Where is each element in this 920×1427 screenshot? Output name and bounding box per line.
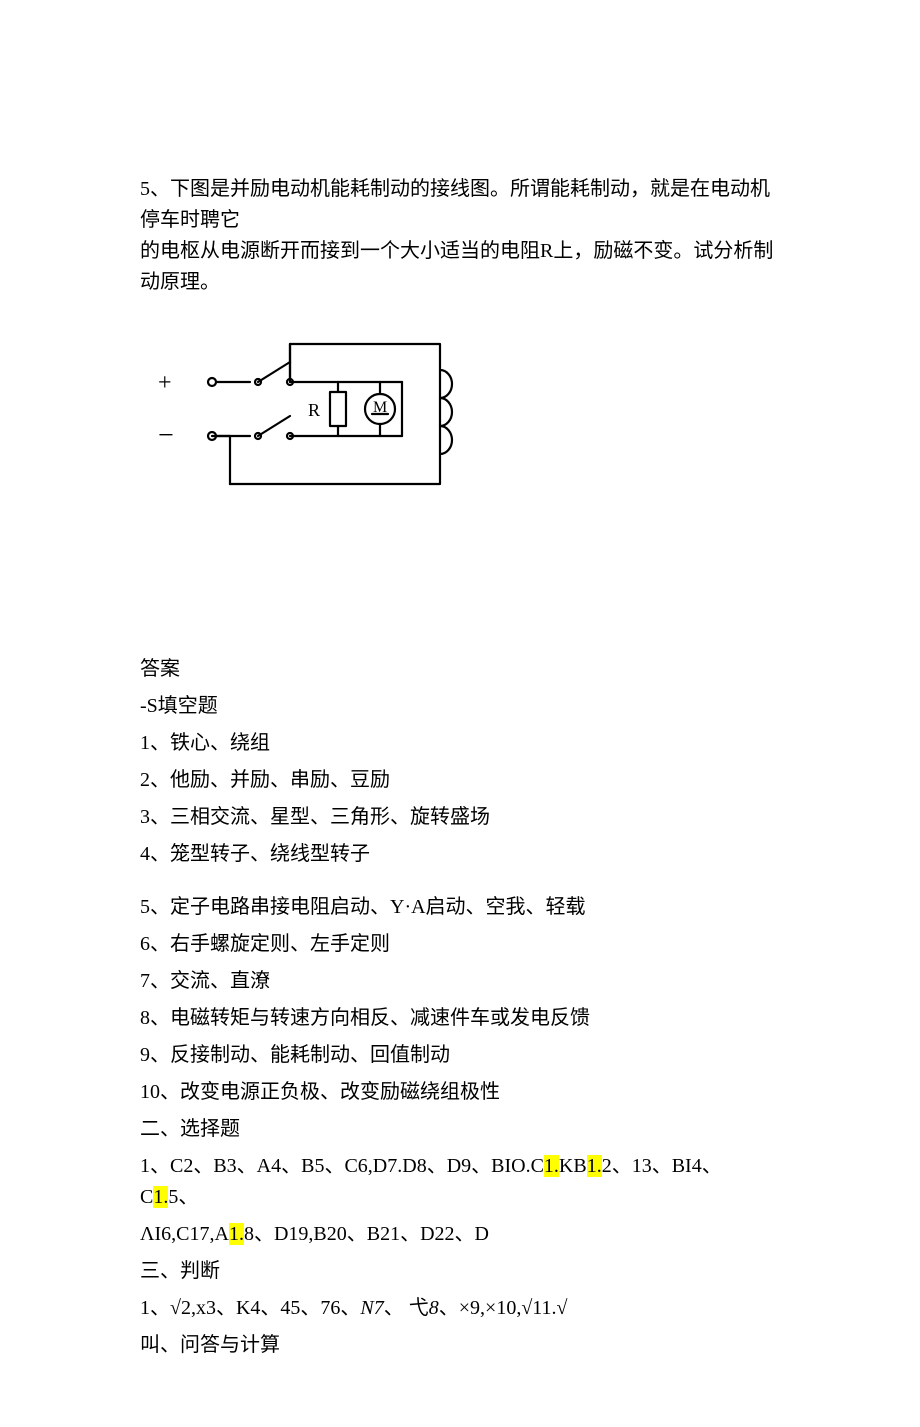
- choice-pre1: 1、C2、B3、A4、B5、C6,D7.D8、D9、BIO.C: [140, 1155, 544, 1177]
- fill-8: 8、电磁转矩与转速方向相反、减速件车或发电反馈: [140, 1003, 780, 1034]
- choice-l2b: 8、D19,B20、B21、D22、D: [244, 1223, 489, 1245]
- fill-3: 3、三相交流、星型、三角形、旋转盛场: [140, 802, 780, 833]
- choice-title: 二、选择题: [140, 1114, 780, 1145]
- choice-hl3: 1.: [153, 1186, 168, 1208]
- fill-5: 5、定子电路串接电阻启动、Y·A启动、空我、轻载: [140, 892, 780, 923]
- minus-label: −: [158, 420, 174, 451]
- fill-2: 2、他励、并励、串励、豆励: [140, 765, 780, 796]
- tf-8: 8: [429, 1297, 439, 1319]
- document-page: 5、下图是并励电动机能耗制动的接线图。所谓能耗制动，就是在电动机停车时聘它 的电…: [0, 0, 920, 1427]
- tf-c: 、×9,×10,√11.√: [439, 1297, 568, 1319]
- choice-mid1: KB: [559, 1155, 587, 1177]
- answers-section: 答案 -S填空题 1、铁心、绕组 2、他励、并励、串励、豆励 3、三相交流、星型…: [140, 654, 780, 1361]
- circuit-diagram: + − R M: [140, 324, 780, 504]
- answers-title: 答案: [140, 654, 780, 685]
- choice-line2: ΛI6,C17,A1.8、D19,B20、B21、D22、D: [140, 1219, 780, 1250]
- choice-hl1: 1.: [544, 1155, 559, 1177]
- q5-line1: 5、下图是并励电动机能耗制动的接线图。所谓能耗制动，就是在电动机停车时聘它: [140, 174, 780, 236]
- resistor-label: R: [308, 400, 320, 420]
- fill-4: 4、笼型转子、绕线型转子: [140, 839, 780, 870]
- plus-label: +: [158, 370, 172, 396]
- tf-b: 、 弋: [384, 1297, 429, 1319]
- calc-title: 叫、问答与计算: [140, 1330, 780, 1361]
- motor-label: M: [373, 399, 387, 416]
- fill-9: 9、反接制动、能耗制动、回值制动: [140, 1040, 780, 1071]
- fill-1: 1、铁心、绕组: [140, 728, 780, 759]
- tf-n7: N7: [360, 1297, 383, 1319]
- fill-6: 6、右手螺旋定则、左手定则: [140, 929, 780, 960]
- fill-title: -S填空题: [140, 691, 780, 722]
- tf-a: 1、√2,x3、K4、45、76、: [140, 1297, 360, 1319]
- tf-line: 1、√2,x3、K4、45、76、N7、 弋8、×9,×10,√11.√: [140, 1293, 780, 1324]
- choice-l2a: ΛI6,C17,A: [140, 1223, 229, 1245]
- choice-hl2: 1.: [587, 1155, 602, 1177]
- q5-line2: 的电枢从电源断开而接到一个大小适当的电阻R上，励磁不变。试分析制动原理。: [140, 236, 780, 298]
- fill-7: 7、交流、直潦: [140, 966, 780, 997]
- choice-mid3: 5、: [168, 1186, 198, 1208]
- question-5-text: 5、下图是并励电动机能耗制动的接线图。所谓能耗制动，就是在电动机停车时聘它 的电…: [140, 174, 780, 298]
- choice-hl4: 1.: [229, 1223, 244, 1245]
- tf-title: 三、判断: [140, 1256, 780, 1287]
- braking-circuit-svg: + − R M: [140, 324, 480, 504]
- choice-line1: 1、C2、B3、A4、B5、C6,D7.D8、D9、BIO.C1.KB1.2、1…: [140, 1151, 780, 1213]
- fill-10: 10、改变电源正负极、改变励磁绕组极性: [140, 1077, 780, 1108]
